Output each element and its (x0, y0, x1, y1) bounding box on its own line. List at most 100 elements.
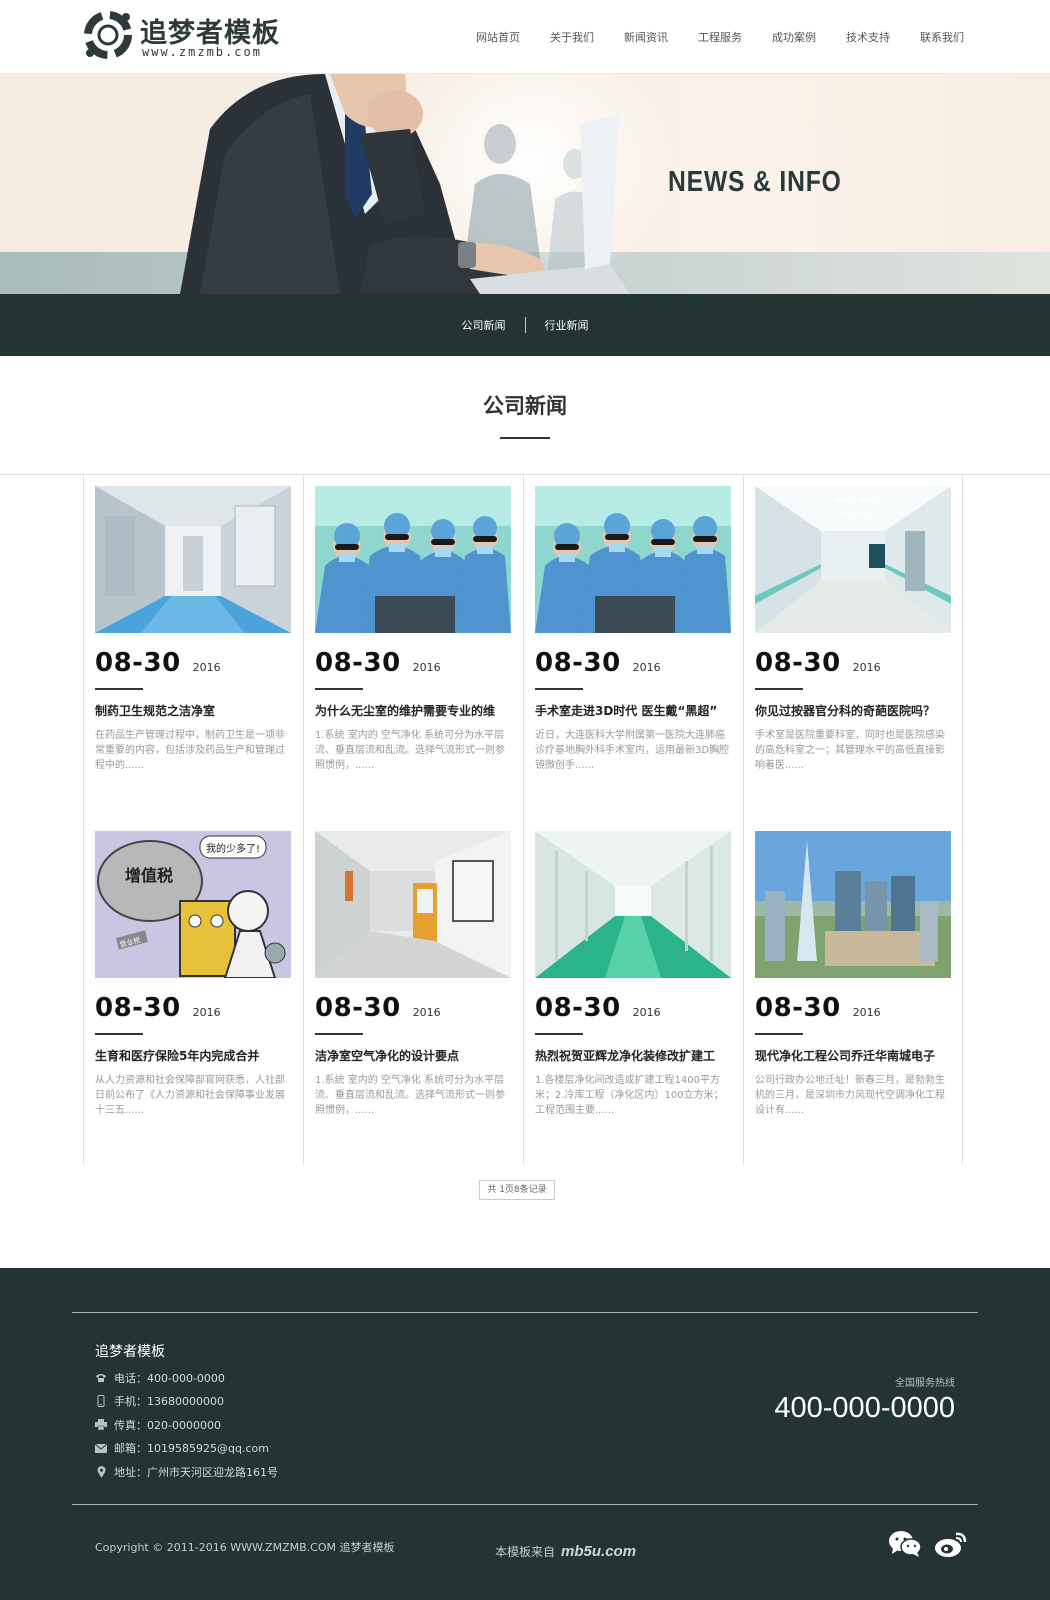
template-source-brand[interactable]: mb5u.com (561, 1543, 636, 1560)
date-underline (755, 688, 803, 690)
news-date: 08-30 2016 (535, 993, 731, 1025)
news-day: 08-30 (95, 648, 181, 678)
news-title[interactable]: 制药卫生规范之洁净室 (95, 702, 291, 719)
news-excerpt: 从人力资源和社会保障部官网获悉，人社部日前公布了《人力资源和社会保障事业发展十三… (95, 1075, 285, 1116)
mail-icon (95, 1442, 107, 1454)
news-date: 08-30 2016 (315, 993, 511, 1025)
news-excerpt: 1.系统 室内的 空气净化 系统可分为水平层流、垂直层流和乱流。选择气流形式一则… (315, 1075, 505, 1116)
date-underline (95, 688, 143, 690)
contact-fax: 传真：020-0000000 (95, 1413, 278, 1437)
news-title[interactable]: 热烈祝贺亚辉龙净化装修改扩建工 (535, 1047, 731, 1064)
date-underline (95, 1033, 143, 1035)
news-day: 08-30 (755, 993, 841, 1023)
news-year: 2016 (852, 1006, 881, 1019)
news-excerpt: 手术室是医院重要科室，同时也是医院感染的高危科室之一；其管理水平的高低直接影响着… (755, 730, 945, 771)
news-card[interactable]: 08-30 2016 手术室走进3D时代 医生戴“黑超” 近日，大连医科大学附属… (535, 486, 731, 773)
news-card[interactable]: 08-30 2016 你见过按器官分科的奇葩医院吗？ 手术室是医院重要科室，同时… (755, 486, 951, 773)
category-tabs: 公司新闻 行业新闻 (0, 294, 1050, 356)
hotline-number[interactable]: 400-000-0000 (774, 1392, 955, 1425)
news-day: 08-30 (755, 648, 841, 678)
column-divider (743, 474, 744, 1164)
nav-cases[interactable]: 成功案例 (772, 29, 816, 45)
news-day: 08-30 (95, 993, 181, 1023)
contact-address: 地址：广州市天河区迎龙路161号 (95, 1460, 278, 1484)
contact-phone: 电话：400-000-0000 (95, 1366, 278, 1390)
date-underline (535, 1033, 583, 1035)
news-title[interactable]: 生育和医疗保险5年内完成合并 (95, 1047, 291, 1064)
news-date: 08-30 2016 (315, 648, 511, 680)
news-card[interactable]: 08-30 2016 为什么无尘室的维护需要专业的维 1.系统 室内的 空气净化… (315, 486, 511, 773)
column-divider (523, 474, 524, 1164)
news-title[interactable]: 为什么无尘室的维护需要专业的维 (315, 702, 511, 719)
template-source-label: 本模板来自 (495, 1545, 556, 1559)
news-excerpt: 公司行政办公地迁址！新春三月，是勃勃生机的三月，是深圳市力风现代空调净化工程设计… (755, 1075, 945, 1116)
news-thumbnail[interactable] (95, 486, 291, 633)
wechat-icon[interactable] (888, 1530, 922, 1558)
news-title[interactable]: 你见过按器官分科的奇葩医院吗？ (755, 702, 951, 719)
social-links (876, 1530, 968, 1558)
news-date: 08-30 2016 (755, 648, 951, 680)
news-thumbnail[interactable] (755, 831, 951, 978)
cartoon-tax-text: 增值税 (125, 866, 173, 885)
date-underline (315, 688, 363, 690)
news-excerpt: 近日，大连医科大学附属第一医院大连肺癌诊疗基地胸外科手术室内，运用最新3D胸腔镜… (535, 730, 730, 771)
weibo-icon[interactable] (934, 1530, 968, 1558)
pagination-info: 共 1页8条记录 (479, 1180, 555, 1200)
tab-industry-news[interactable]: 行业新闻 (526, 317, 608, 333)
tab-company-news[interactable]: 公司新闻 (443, 317, 525, 333)
footer-company-name: 追梦者模板 (95, 1344, 165, 1360)
copyright: Copyright © 2011-2016 WWW.ZMZMB.COM 追梦者模… (95, 1541, 395, 1554)
logo-mark-icon (84, 11, 132, 59)
column-divider (303, 474, 304, 1164)
nav-services[interactable]: 工程服务 (698, 29, 742, 45)
news-year: 2016 (632, 661, 661, 674)
nav-contact[interactable]: 联系我们 (920, 29, 964, 45)
main-nav: 网站首页 关于我们 新闻资讯 工程服务 成功案例 技术支持 联系我们 (446, 0, 964, 74)
businessman-image (180, 74, 630, 294)
news-title[interactable]: 现代净化工程公司乔迁华南城电子 (755, 1047, 951, 1064)
news-thumbnail[interactable] (755, 486, 951, 633)
news-day: 08-30 (315, 993, 401, 1023)
banner-heading: NEWS & INFO (668, 166, 842, 198)
news-thumbnail[interactable]: 增值税 我的少多了! 营业税 (95, 831, 291, 978)
news-card[interactable]: 增值税 我的少多了! 营业税 08-30 2016 生育和医疗保险5年内完成合并… (95, 831, 291, 1118)
cartoon-speech-text: 我的少多了! (206, 842, 260, 855)
news-thumbnail[interactable] (315, 831, 511, 978)
news-excerpt: 1.系统 室内的 空气净化 系统可分为水平层流、垂直层流和乱流。选择气流形式一则… (315, 730, 505, 771)
phone-icon (95, 1372, 107, 1384)
news-year: 2016 (412, 1006, 441, 1019)
news-card[interactable]: 08-30 2016 现代净化工程公司乔迁华南城电子 公司行政办公地迁址！新春三… (755, 831, 951, 1118)
nav-about[interactable]: 关于我们 (550, 29, 594, 45)
location-icon (95, 1465, 107, 1478)
hotline-label: 全国服务热线 (895, 1378, 955, 1389)
contact-email-text: 邮箱：1019585925@qq.com (114, 1442, 269, 1456)
news-day: 08-30 (315, 648, 401, 678)
news-card[interactable]: 08-30 2016 热烈祝贺亚辉龙净化装修改扩建工 1.各楼层净化间改造或扩建… (535, 831, 731, 1118)
news-thumbnail[interactable] (535, 486, 731, 633)
news-date: 08-30 2016 (535, 648, 731, 680)
news-title[interactable]: 洁净室空气净化的设计要点 (315, 1047, 511, 1064)
logo[interactable]: 追梦者模板 www.zmzmb.com (80, 7, 300, 67)
hero-banner: NEWS & INFO (0, 74, 1050, 294)
footer-divider (72, 1504, 978, 1505)
contact-mobile: 手机：13680000000 (95, 1390, 278, 1414)
news-title[interactable]: 手术室走进3D时代 医生戴“黑超” (535, 702, 731, 719)
news-year: 2016 (632, 1006, 661, 1019)
date-underline (755, 1033, 803, 1035)
news-date: 08-30 2016 (95, 993, 291, 1025)
section-title: 公司新闻 (483, 394, 567, 418)
nav-support[interactable]: 技术支持 (846, 29, 890, 45)
news-date: 08-30 2016 (755, 993, 951, 1025)
mobile-icon (95, 1395, 107, 1408)
footer-contacts: 电话：400-000-0000 手机：13680000000 传真：020-00… (95, 1366, 278, 1484)
news-thumbnail[interactable] (535, 831, 731, 978)
news-excerpt: 在药品生产管理过程中，制药卫生是一项非常重要的内容，包括涉及药品生产和管理过程中… (95, 730, 285, 771)
nav-home[interactable]: 网站首页 (476, 29, 520, 45)
news-card[interactable]: 08-30 2016 制药卫生规范之洁净室 在药品生产管理过程中，制药卫生是一项… (95, 486, 291, 773)
contact-address-text: 地址：广州市天河区迎龙路161号 (114, 1465, 278, 1479)
date-underline (535, 688, 583, 690)
news-card[interactable]: 08-30 2016 洁净室空气净化的设计要点 1.系统 室内的 空气净化 系统… (315, 831, 511, 1118)
nav-news[interactable]: 新闻资讯 (624, 29, 668, 45)
news-thumbnail[interactable] (315, 486, 511, 633)
news-day: 08-30 (535, 648, 621, 678)
